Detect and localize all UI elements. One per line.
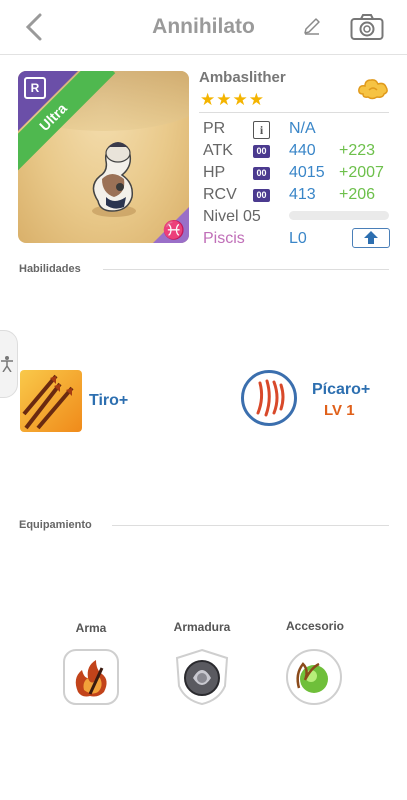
pr-label: PR [203, 120, 226, 137]
pr-value: N/A [289, 120, 316, 137]
monster-image [92, 142, 136, 217]
element-level: L0 [289, 230, 307, 247]
equipment-section-title: Equipamiento [19, 519, 92, 531]
claw-icon[interactable] [241, 370, 297, 426]
skill-picaro-level: LV 1 [324, 402, 355, 419]
monster-name: Ambaslither [199, 69, 286, 86]
equip-weapon-label: Arma [75, 621, 107, 635]
atk-label: ATK [203, 142, 233, 159]
accessibility-tab[interactable] [0, 330, 18, 398]
pencil-icon[interactable] [302, 16, 322, 36]
divider [112, 525, 389, 526]
green-orb-icon[interactable] [285, 648, 343, 706]
rcv-plus-badge: 00 [253, 189, 270, 202]
hp-value: 4015 [289, 164, 325, 181]
rcv-bonus: +206 [339, 186, 376, 203]
skill-picaro-label[interactable]: Pícaro+ [312, 381, 370, 399]
rcv-label: RCV [203, 186, 237, 203]
equip-armor-label: Armadura [173, 620, 231, 634]
element-label: Piscis [203, 230, 245, 247]
shield-armor-icon[interactable] [173, 648, 231, 706]
top-bar: Annihilato [0, 0, 407, 55]
hp-label: HP [203, 164, 226, 181]
equip-accessory-label: Accesorio [285, 619, 345, 633]
skill-tiro-label[interactable]: Tiro+ [89, 392, 128, 410]
atk-value: 440 [289, 142, 316, 159]
camera-icon[interactable] [350, 13, 384, 41]
atk-bonus: +223 [339, 142, 376, 159]
gold-cloud-icon[interactable] [357, 76, 389, 102]
divider [103, 269, 389, 270]
hp-plus-badge: 00 [253, 167, 270, 180]
divider [199, 112, 389, 113]
hp-bonus: +2007 [339, 164, 384, 181]
pisces-icon: ♓ [162, 220, 185, 240]
level-progress-bar [289, 211, 389, 220]
rcv-value: 413 [289, 186, 316, 203]
star-rating: ★★★★ [200, 90, 265, 109]
accessibility-icon [1, 356, 13, 372]
level-up-button[interactable] [352, 228, 390, 248]
arrows-icon[interactable] [20, 370, 82, 432]
atk-plus-badge: 00 [253, 145, 270, 158]
skills-section-title: Habilidades [19, 263, 81, 275]
rarity-badge: R [24, 77, 46, 99]
flame-weapon-icon[interactable] [62, 648, 120, 706]
info-icon[interactable]: i [253, 121, 270, 139]
page-title: Annihilato [152, 15, 255, 38]
monster-portrait[interactable]: R Ultra ♓ [18, 71, 189, 243]
level-label: Nivel 05 [203, 208, 261, 225]
arrow-up-icon [364, 231, 378, 244]
